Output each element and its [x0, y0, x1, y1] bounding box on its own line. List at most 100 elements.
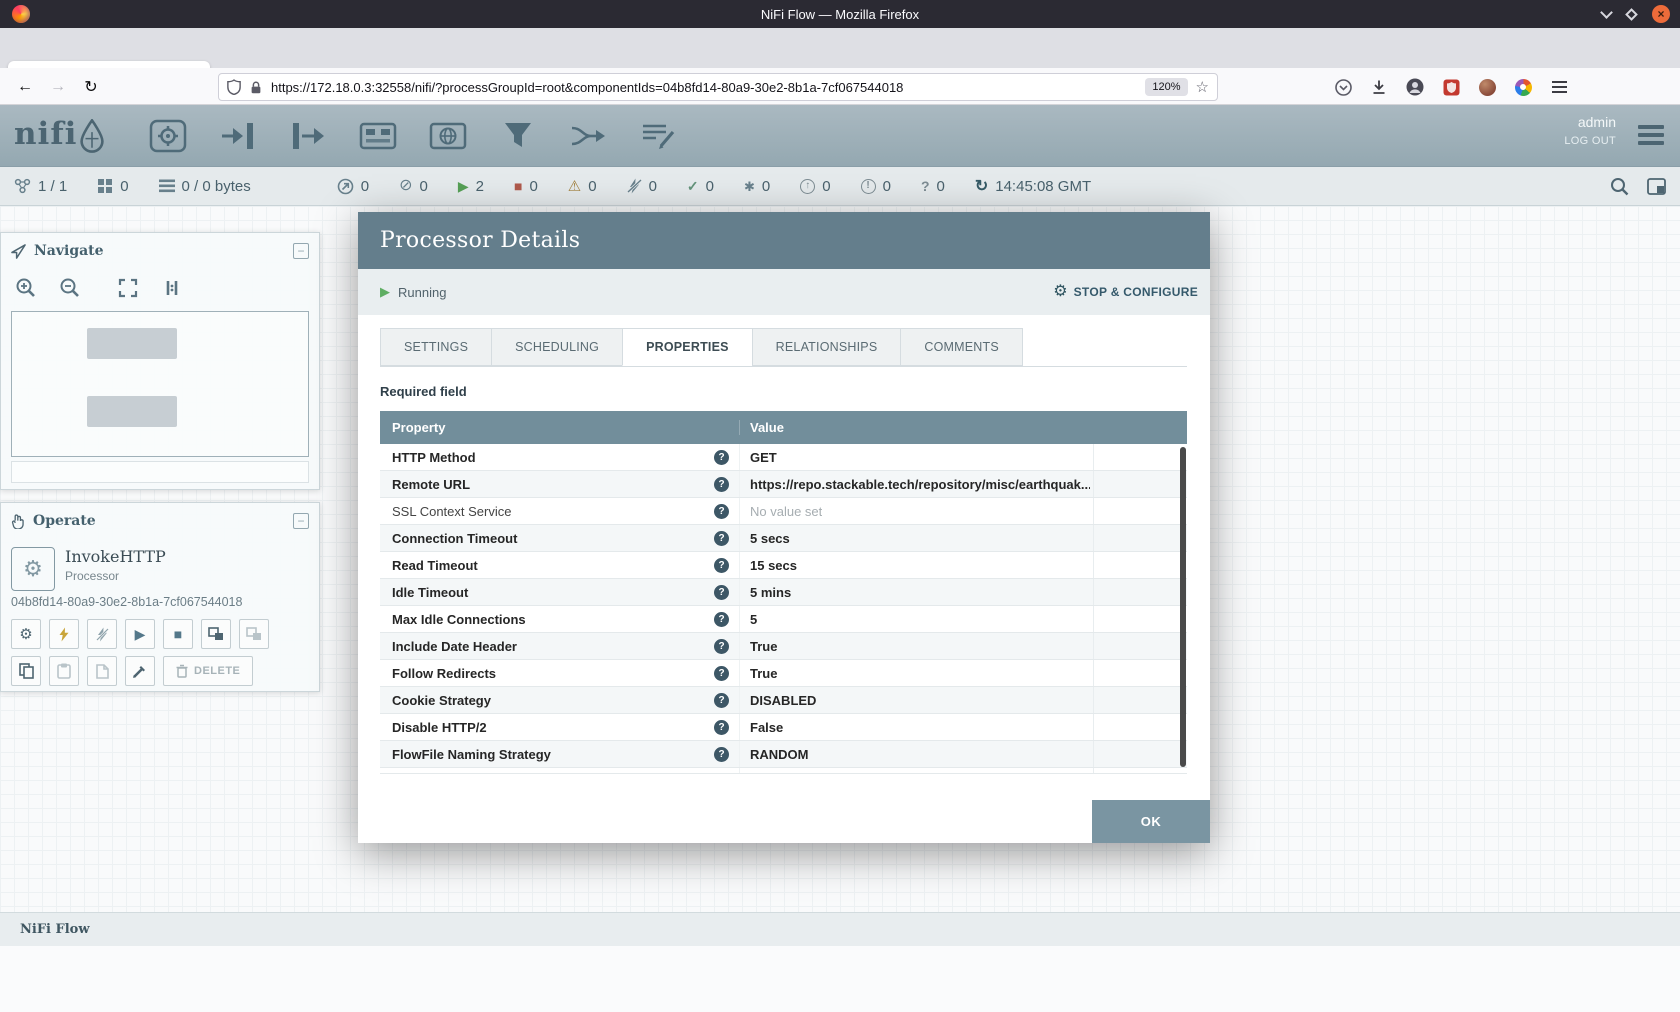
configure-button[interactable]: ⚙ [11, 619, 41, 649]
table-scrollbar[interactable] [1180, 447, 1186, 767]
delete-button[interactable]: DELETE [163, 656, 253, 686]
zoom-in-icon[interactable] [13, 275, 39, 301]
table-row[interactable]: HTTP Method? GET [380, 444, 1187, 471]
zoom-out-icon[interactable] [57, 275, 83, 301]
reload-button[interactable]: ↻ [78, 74, 104, 100]
selected-component-icon: ⚙ [11, 547, 55, 591]
table-row[interactable]: Read Timeout? 15 secs [380, 552, 1187, 579]
tab-properties[interactable]: PROPERTIES [622, 328, 753, 366]
help-icon[interactable]: ? [714, 477, 729, 492]
panel-toggle-icon[interactable] [1647, 178, 1666, 195]
label-icon[interactable] [636, 117, 680, 155]
search-icon[interactable] [1610, 177, 1629, 196]
help-icon[interactable]: ? [714, 558, 729, 573]
global-menu-icon[interactable] [1638, 125, 1664, 145]
logout-link[interactable]: LOG OUT [1564, 135, 1616, 147]
stop-and-configure-button[interactable]: ⚙ STOP & CONFIGURE [1053, 284, 1198, 300]
table-row-partial: ? [380, 768, 1187, 774]
ublock-icon[interactable] [1440, 76, 1462, 98]
help-icon[interactable]: ? [714, 639, 729, 654]
help-icon[interactable]: ? [714, 585, 729, 600]
refresh-icon[interactable]: ↻ [975, 176, 988, 196]
input-port-icon[interactable] [216, 117, 260, 155]
tab-scheduling[interactable]: SCHEDULING [491, 328, 623, 366]
account-icon[interactable] [1404, 76, 1426, 98]
tab-comments[interactable]: COMMENTS [900, 328, 1023, 366]
copy-button[interactable] [11, 656, 41, 686]
navigate-collapse-icon[interactable]: − [293, 243, 309, 259]
zoom-fit-icon[interactable] [115, 275, 141, 301]
process-group-icon[interactable] [356, 117, 400, 155]
extension-pinwheel-icon[interactable] [1512, 76, 1534, 98]
table-row[interactable]: Idle Timeout? 5 mins [380, 579, 1187, 606]
help-icon[interactable]: ? [714, 612, 729, 627]
download-icon[interactable] [1368, 76, 1390, 98]
help-icon[interactable]: ? [714, 693, 729, 708]
bookmark-star-icon[interactable]: ☆ [1196, 78, 1209, 96]
disable-button[interactable] [87, 619, 117, 649]
operate-collapse-icon[interactable]: − [293, 513, 309, 529]
table-row[interactable]: Cookie Strategy? DISABLED [380, 687, 1187, 714]
window-close-icon[interactable]: × [1652, 5, 1670, 23]
status-refresh: ↻ 14:45:08 GMT [975, 176, 1091, 196]
nifi-statusbar: 1 / 1 0 0 / 0 bytes 0 ⊘ 0 ▶ 2 ■ 0 ⚠ 0 [0, 167, 1680, 206]
pocket-icon[interactable] [1332, 76, 1354, 98]
forward-button[interactable]: → [45, 74, 71, 100]
avatar-icon[interactable] [1476, 76, 1498, 98]
ungroup-button[interactable] [239, 619, 269, 649]
enable-button[interactable] [49, 619, 79, 649]
shield-icon[interactable] [227, 79, 241, 95]
table-row[interactable]: SSL Context Service? No value set [380, 498, 1187, 525]
processor-icon[interactable] [146, 117, 190, 155]
help-icon[interactable]: ? [714, 720, 729, 735]
birdseye-minimap[interactable] [11, 311, 309, 457]
active-threads-icon [97, 178, 113, 194]
processor-details-dialog: Processor Details ▶ Running ⚙ STOP & CON… [358, 212, 1210, 843]
help-icon[interactable]: ? [714, 450, 729, 465]
table-row[interactable]: Max Idle Connections? 5 [380, 606, 1187, 633]
tab-settings[interactable]: SETTINGS [380, 328, 492, 366]
back-button[interactable]: ← [12, 74, 38, 100]
template-icon[interactable] [566, 117, 610, 155]
lock-icon[interactable] [249, 80, 263, 95]
table-row[interactable]: Disable HTTP/2? False [380, 714, 1187, 741]
stop-button[interactable]: ■ [163, 619, 193, 649]
up-to-date-icon: ✓ [687, 178, 699, 195]
color-button[interactable] [125, 656, 155, 686]
property-name: Remote URL [392, 477, 714, 492]
table-row[interactable]: Follow Redirects? True [380, 660, 1187, 687]
ok-button[interactable]: OK [1092, 800, 1210, 843]
property-name: Include Date Header [392, 639, 714, 654]
output-port-icon[interactable] [286, 117, 330, 155]
current-user: admin [1564, 114, 1616, 130]
help-icon[interactable]: ? [714, 747, 729, 762]
group-button[interactable] [201, 619, 231, 649]
nifi-drop-icon [79, 119, 105, 153]
breadcrumb[interactable]: NiFi Flow [20, 922, 90, 937]
help-icon[interactable]: ? [714, 666, 729, 681]
running-status-icon: ▶ [380, 284, 390, 300]
template-button[interactable] [87, 656, 117, 686]
status-running: ▶ 2 [458, 178, 484, 195]
url-bar[interactable]: https://172.18.0.3:32558/nifi/?processGr… [218, 73, 1218, 101]
menu-hamburger-icon[interactable] [1548, 76, 1570, 98]
table-body: HTTP Method? GET Remote URL? https://rep… [380, 444, 1187, 774]
remote-process-group-icon[interactable] [426, 117, 470, 155]
property-value: True [750, 666, 777, 681]
help-icon[interactable]: ? [714, 504, 729, 519]
tab-relationships[interactable]: RELATIONSHIPS [752, 328, 902, 366]
zoom-indicator[interactable]: 120% [1145, 78, 1187, 96]
table-row[interactable]: Connection Timeout? 5 secs [380, 525, 1187, 552]
funnel-icon[interactable] [496, 117, 540, 155]
zoom-actual-size-icon[interactable] [159, 275, 185, 301]
help-icon[interactable]: ? [714, 531, 729, 546]
window-maximize-icon[interactable] [1625, 8, 1638, 21]
table-row[interactable]: FlowFile Naming Strategy? RANDOM [380, 741, 1187, 768]
status-queued: 0 / 0 bytes [159, 178, 251, 195]
property-name: SSL Context Service [392, 504, 714, 519]
start-button[interactable]: ▶ [125, 619, 155, 649]
window-minimize-icon[interactable] [1600, 6, 1613, 19]
table-row[interactable]: Remote URL? https://repo.stackable.tech/… [380, 471, 1187, 498]
table-row[interactable]: Include Date Header? True [380, 633, 1187, 660]
paste-button[interactable] [49, 656, 79, 686]
